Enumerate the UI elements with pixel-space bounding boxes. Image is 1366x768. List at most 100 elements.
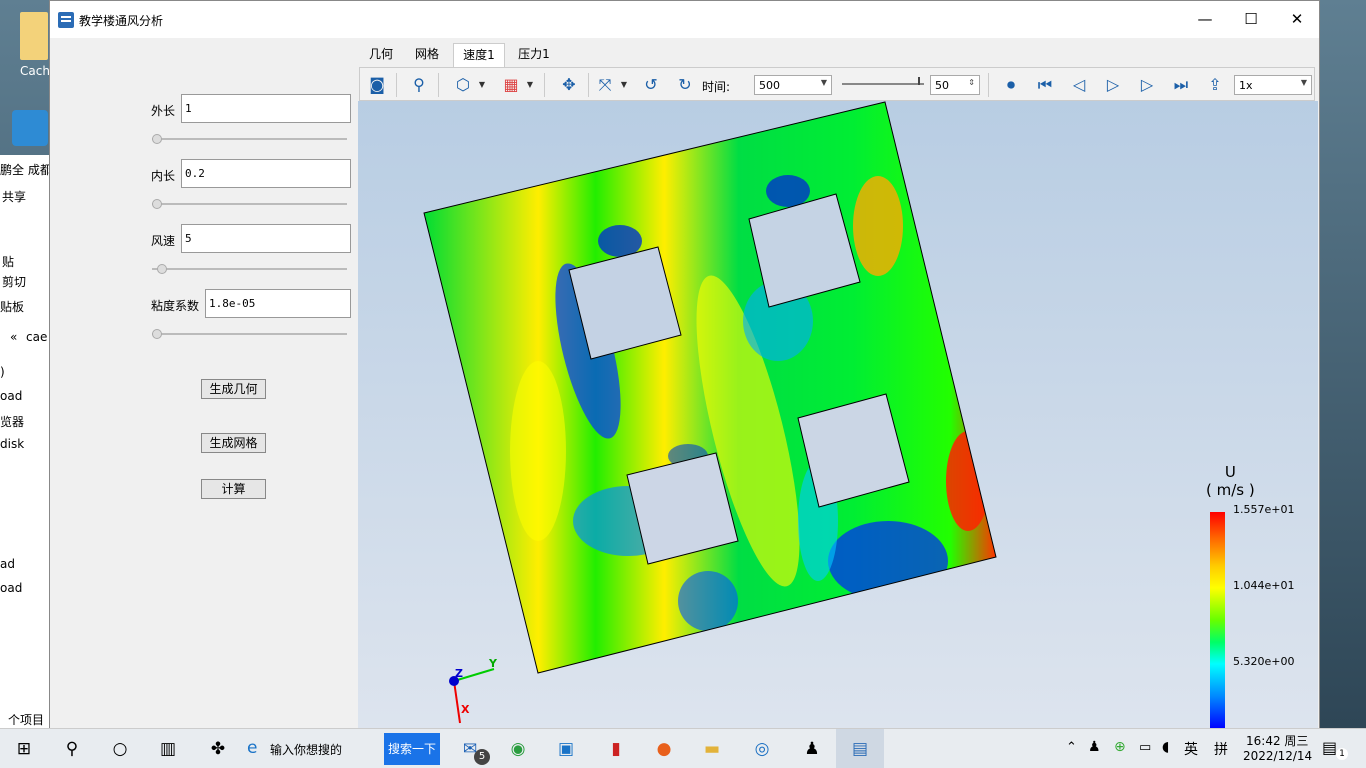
outer-length-input[interactable]: 1 (181, 94, 351, 123)
explorer-item[interactable]: disk (0, 437, 24, 451)
fit-view-icon[interactable]: ✥ (556, 72, 582, 98)
desktop-folder-icon[interactable] (20, 12, 48, 60)
explorer-item[interactable]: ) (0, 365, 5, 379)
explorer-item[interactable]: 览器 (0, 413, 24, 430)
toolbar-separator (988, 73, 989, 97)
rotate-right-icon[interactable]: ↻ (672, 72, 698, 98)
next-frame-icon[interactable]: ▷ (1134, 72, 1160, 98)
explorer-text: 鹏全 成都 (0, 163, 50, 177)
generate-geometry-button[interactable]: 生成几何 (201, 379, 266, 399)
explorer-tab-share[interactable]: 共享 (2, 188, 26, 205)
record-icon[interactable]: ⏺ (998, 72, 1024, 98)
explorer-path[interactable]: cae (26, 330, 47, 344)
chevron-down-icon[interactable]: ▼ (618, 72, 630, 98)
maximize-button[interactable]: ☐ (1228, 1, 1274, 38)
chevron-down-icon: ▼ (1300, 78, 1307, 87)
tab-geometry[interactable]: 几何 (361, 43, 401, 67)
chevron-up-icon[interactable]: ⌃ (1066, 740, 1077, 755)
compute-button[interactable]: 计算 (201, 479, 266, 499)
battery-icon[interactable]: ▭ (1139, 740, 1151, 755)
tray-plus-icon[interactable]: ⊕ (1114, 739, 1126, 755)
volume-icon[interactable]: ◖ (1162, 739, 1169, 755)
inner-length-input[interactable]: 0.2 (181, 159, 351, 188)
last-frame-icon[interactable]: ⏭ (1168, 72, 1194, 98)
explorer-cut[interactable]: 剪切 (2, 273, 26, 290)
slider-handle[interactable] (152, 329, 162, 339)
display-mode-icon[interactable]: ⬡ (450, 72, 476, 98)
folder-icon[interactable]: ▬ (688, 729, 736, 768)
firefox-icon[interactable]: ● (640, 729, 688, 768)
minimize-button[interactable]: — (1182, 1, 1228, 38)
first-frame-icon[interactable]: ⏮ (1032, 72, 1058, 98)
tab-pressure[interactable]: 压力1 (509, 43, 559, 67)
chevron-down-icon[interactable]: ▼ (524, 72, 536, 98)
time-select[interactable]: 500 ▼ (754, 75, 832, 95)
explorer-item[interactable]: oad (0, 581, 22, 595)
time-slider[interactable] (842, 83, 924, 85)
ventilation-app-icon[interactable]: ▤ (836, 729, 884, 768)
chevron-down-icon[interactable]: ▼ (476, 72, 488, 98)
generate-mesh-button[interactable]: 生成网格 (201, 433, 266, 453)
app-icon[interactable]: ▣ (542, 729, 590, 768)
clock-time[interactable]: 16:42 周三 (1246, 732, 1308, 749)
visualization-panel: 几何 网格 速度1 压力1 ◙ ⚲ ⬡ ▼ ▦ ▼ ✥ ⤧ ▼ ↺ ↻ 时间: … (357, 38, 1319, 729)
windows-start-icon[interactable]: ⊞ (0, 729, 48, 768)
ime-mode-indicator[interactable]: 拼 (1214, 739, 1228, 759)
qq-tray-icon[interactable]: ♟ (1088, 739, 1101, 755)
rotate-left-icon[interactable]: ↺ (638, 72, 664, 98)
search-button[interactable]: 搜索一下 (384, 733, 440, 765)
cortana-icon[interactable]: ○ (96, 729, 144, 768)
play-icon[interactable]: ▷ (1100, 72, 1126, 98)
slider-handle[interactable] (157, 264, 167, 274)
notification-icon[interactable]: ▤ (1322, 738, 1337, 757)
velocity-contour-plot[interactable]: Z Y X (358, 101, 1318, 729)
wind-speed-input[interactable]: 5 (181, 224, 351, 253)
app-red-icon[interactable]: ▮ (592, 729, 640, 768)
inner-length-slider[interactable] (152, 199, 347, 209)
wind-speed-slider[interactable] (152, 264, 347, 274)
taskbar: ⊞ ⚲ ○ ▥ ✤ e 输入你想搜的 搜索一下 ✉ 5 ◉ ▣ ▮ ● ▬ ◎ … (0, 728, 1366, 768)
viscosity-slider[interactable] (152, 329, 347, 339)
3d-viewport[interactable]: Z Y X U ( m/s ) 1.557e+01 1.044e+01 5.32… (358, 101, 1318, 729)
speed-select[interactable]: 1x ▼ (1234, 75, 1312, 95)
zoom-icon[interactable]: ⚲ (406, 72, 432, 98)
fan-app-icon[interactable]: ✤ (194, 729, 242, 768)
spin-icon: ⇕ (968, 78, 975, 87)
explorer-item[interactable]: oad (0, 389, 22, 403)
slider-handle[interactable] (152, 134, 162, 144)
desktop-app-icon[interactable] (12, 110, 48, 146)
prev-frame-icon[interactable]: ◁ (1066, 72, 1092, 98)
speed-value: 1x (1239, 79, 1253, 92)
explorer-back[interactable]: « (10, 330, 17, 344)
search-icon[interactable]: ⚲ (48, 729, 96, 768)
time-label: 时间: (702, 80, 731, 94)
colormap-icon[interactable]: ▦ (498, 72, 524, 98)
cae-app-icon[interactable]: ◎ (738, 729, 786, 768)
explorer-item[interactable]: ad (0, 557, 15, 571)
explorer-paste[interactable]: 贴 (2, 253, 14, 270)
outer-length-slider[interactable] (152, 134, 347, 144)
search-box[interactable]: e 输入你想搜的 (244, 729, 384, 768)
browser-icon[interactable]: ◉ (494, 729, 542, 768)
time-slider-handle[interactable] (918, 77, 920, 85)
frame-spinbox[interactable]: 50 ⇕ (930, 75, 980, 95)
axes-icon[interactable]: ⤧ (592, 72, 618, 98)
app-window: 教学楼通风分析 — ☐ ✕ 外长 1 内长 0.2 风速 5 粘度系数 1.8e… (49, 0, 1320, 729)
tab-velocity[interactable]: 速度1 (453, 43, 505, 67)
qq-icon[interactable]: ♟ (788, 729, 836, 768)
param-label-inner-length: 内长 (151, 169, 176, 183)
tab-mesh[interactable]: 网格 (405, 43, 449, 67)
close-button[interactable]: ✕ (1274, 1, 1320, 38)
explorer-status: 个项目 (8, 713, 45, 727)
legend-low-label: 5.320e+00 (1233, 655, 1295, 668)
task-view-icon[interactable]: ▥ (144, 729, 192, 768)
viscosity-input[interactable]: 1.8e-05 (205, 289, 351, 318)
slider-handle[interactable] (152, 199, 162, 209)
legend-mid-label: 1.044e+01 (1233, 579, 1295, 592)
camera-icon[interactable]: ◙ (364, 72, 390, 98)
toolbar-separator (396, 73, 397, 97)
clock-date[interactable]: 2022/12/14 (1243, 749, 1312, 763)
param-label-viscosity: 粘度系数 (151, 299, 200, 313)
ime-lang-indicator[interactable]: 英 (1184, 739, 1198, 759)
export-icon[interactable]: ⇪ (1202, 72, 1228, 98)
